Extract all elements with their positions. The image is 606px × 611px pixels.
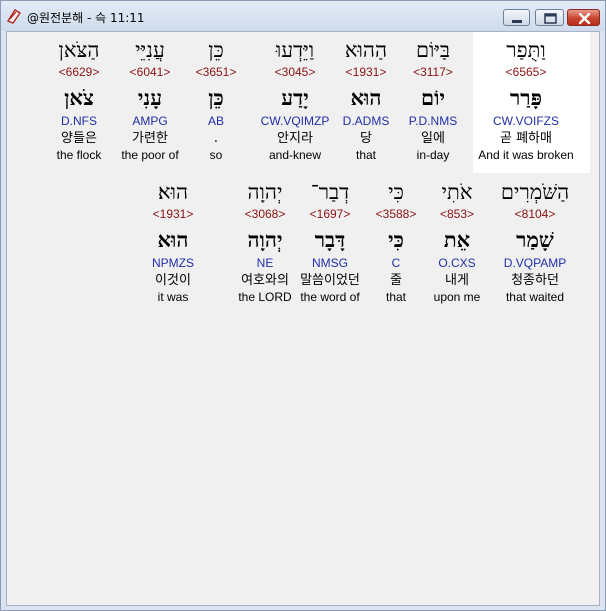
app-window: @원전분해 - 슥 11:11 וַתֻּפַר <6565> פָּרַר CW.V…	[0, 0, 606, 611]
interlinear-panel: וַתֻּפַר <6565> פָּרַר CW.VOIFZS 곧 폐하매 And it…	[6, 31, 600, 606]
minimize-button[interactable]	[503, 9, 530, 26]
lemma-word: צֹאן	[64, 85, 94, 110]
maximize-icon	[544, 13, 557, 24]
hebrew-word: הַצֹּאן	[58, 38, 100, 62]
maximize-button[interactable]	[535, 9, 564, 26]
app-icon[interactable]	[6, 8, 22, 24]
word-column[interactable]: הַצֹּאן <6629> צֹאן D.NFS 양들은 the flock	[19, 35, 139, 163]
minimize-icon	[512, 20, 522, 23]
window-title: @원전분해 - 슥 11:11	[27, 11, 145, 25]
strong-number[interactable]: <1931>	[113, 207, 233, 221]
strong-number[interactable]: <6629>	[19, 65, 139, 79]
english-gloss: it was	[157, 290, 189, 304]
parsing-code: NPMZS	[152, 256, 194, 270]
close-icon	[578, 12, 591, 25]
lemma-word: הוּא	[157, 227, 189, 252]
title-bar[interactable]: @원전분해 - 슥 11:11	[1, 1, 605, 31]
korean-gloss: 양들은	[61, 131, 97, 146]
parsing-code: D.NFS	[61, 114, 97, 128]
korean-gloss: 이것이	[155, 273, 191, 288]
english-gloss: the flock	[56, 148, 102, 162]
close-button[interactable]	[567, 9, 600, 26]
hebrew-word: הוּא׃	[157, 180, 189, 204]
word-column[interactable]: הוּא׃ <1931> הוּא NPMZS 이것이 it was	[113, 177, 233, 305]
